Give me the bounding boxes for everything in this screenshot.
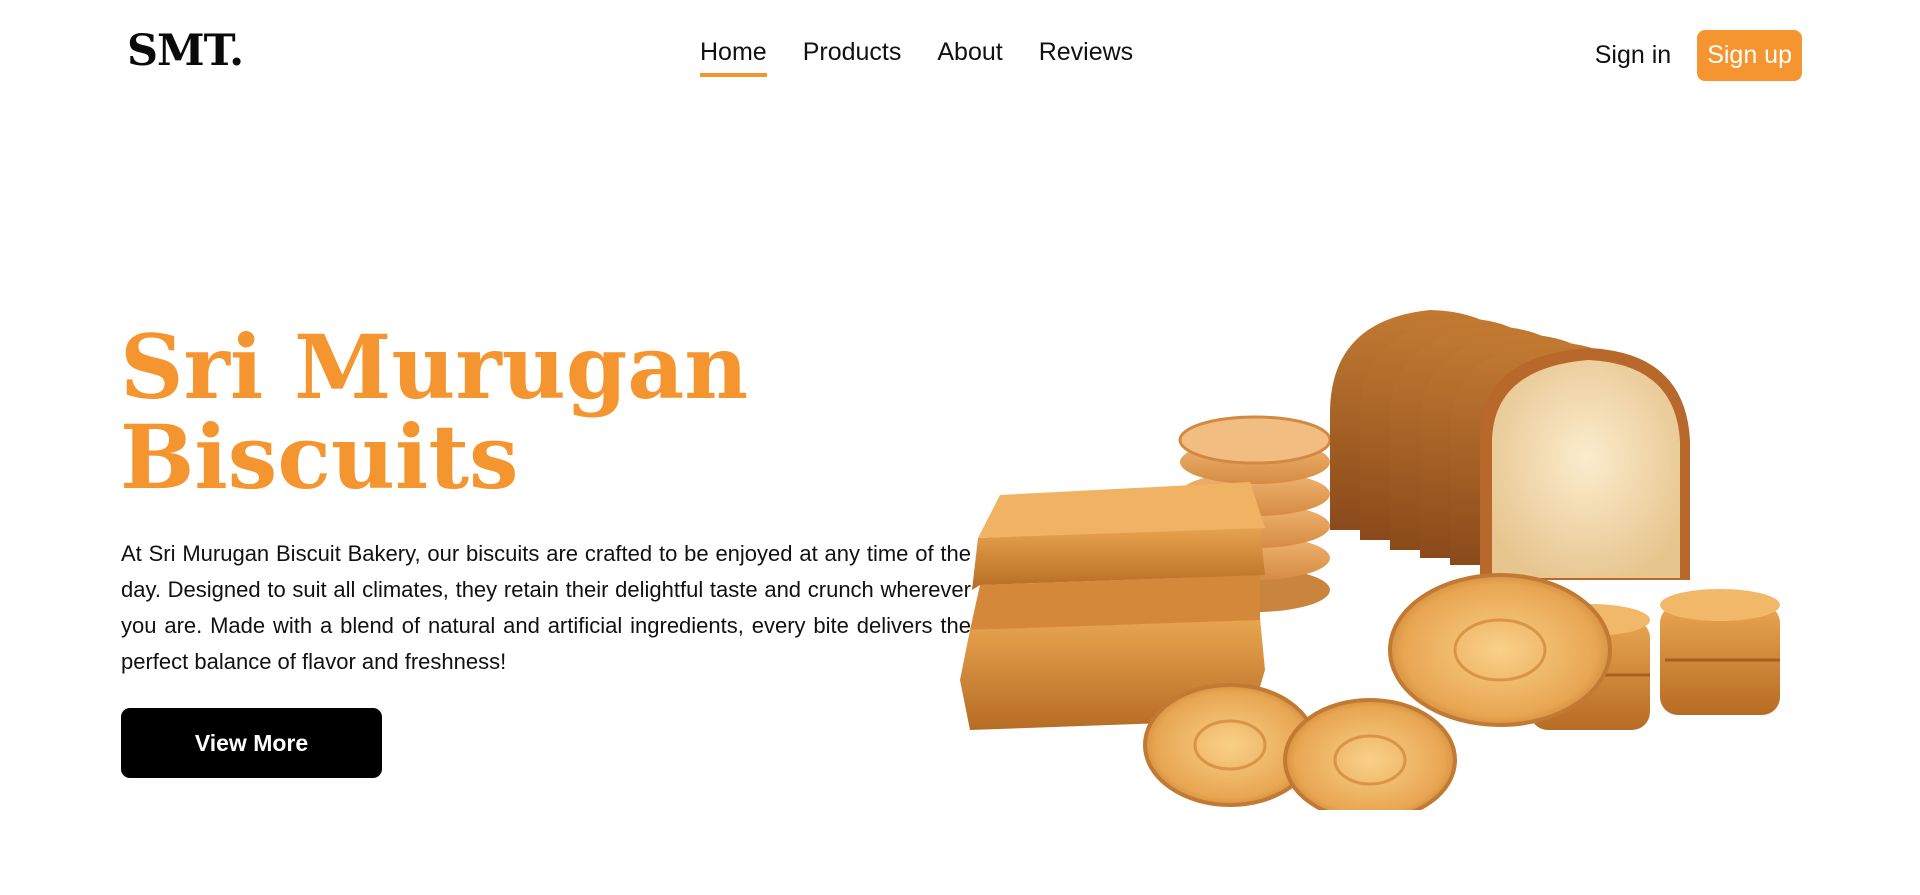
nav-item-about[interactable]: About [937, 38, 1002, 77]
sign-in-link[interactable]: Sign in [1595, 41, 1671, 70]
nav-item-products[interactable]: Products [803, 38, 902, 77]
hero-title-line1: Sri Murugan [120, 315, 749, 419]
auth-actions: Sign in Sign up [1595, 30, 1802, 81]
bakery-products-image [960, 310, 1780, 810]
hero-title: Sri Murugan Biscuits [120, 322, 880, 502]
hero-title-line2: Biscuits [120, 405, 519, 509]
bread-loaf [1330, 310, 1690, 580]
sign-up-button[interactable]: Sign up [1697, 30, 1802, 81]
logo[interactable]: SMT. [127, 30, 244, 73]
view-more-button[interactable]: View More [121, 708, 382, 778]
nav-item-home[interactable]: Home [700, 38, 767, 77]
main-nav: Home Products About Reviews [700, 38, 1133, 77]
page: SMT. Home Products About Reviews Sign in… [0, 0, 1920, 895]
hero-description: At Sri Murugan Biscuit Bakery, our biscu… [121, 541, 971, 674]
nav-item-reviews[interactable]: Reviews [1039, 38, 1133, 77]
